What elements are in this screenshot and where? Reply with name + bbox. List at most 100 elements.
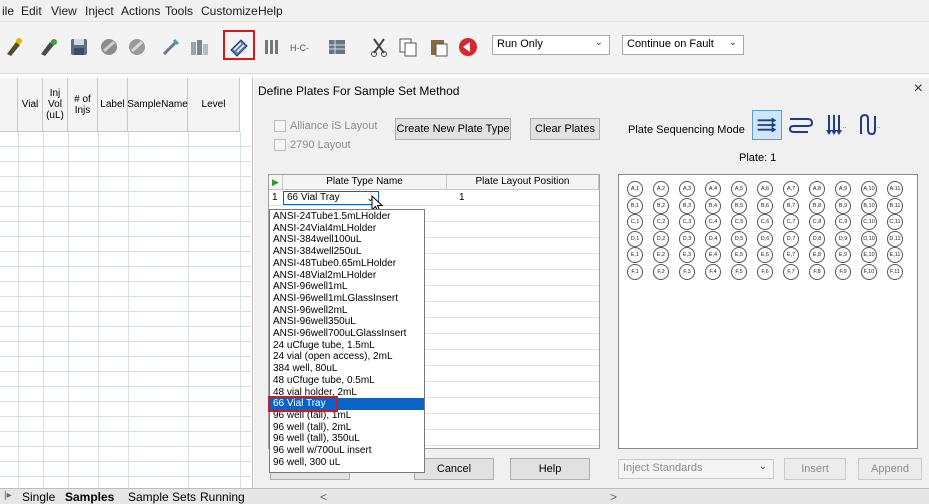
vial-position[interactable]: D,7	[783, 230, 799, 247]
vial-position[interactable]: B,9	[835, 197, 851, 214]
vial-position[interactable]: A,6	[757, 181, 773, 197]
create-plate-type-button[interactable]: Create New Plate Type	[395, 118, 511, 140]
vial-position[interactable]: B,3	[679, 197, 695, 214]
menu-tools[interactable]: Tools	[165, 4, 193, 18]
table-row[interactable]	[0, 222, 253, 237]
inject-standards-select[interactable]: Inject Standards ⌄	[618, 459, 774, 479]
vial-position[interactable]: C,8	[809, 214, 825, 230]
table-row[interactable]	[0, 267, 253, 282]
vial-position[interactable]: F,8	[809, 263, 825, 280]
vial-position[interactable]: C,10	[861, 214, 877, 230]
vial-position[interactable]: F,5	[731, 263, 747, 280]
plate-type-option[interactable]: 48 uCfuge tube, 0.5mL	[270, 375, 424, 387]
vial-position[interactable]: A,4	[705, 181, 721, 197]
table-icon[interactable]	[326, 36, 348, 58]
plate-type-option[interactable]: ANSI-96well700uLGlassInsert	[270, 328, 424, 340]
scroll-left-icon[interactable]: <	[320, 490, 327, 504]
stop-icon[interactable]	[98, 36, 120, 58]
tab-single[interactable]: Single	[22, 490, 55, 504]
vial-position[interactable]: A,3	[679, 181, 695, 197]
vial-position[interactable]: A,2	[653, 181, 669, 197]
tab-scroll-icon[interactable]: |▸	[4, 490, 12, 501]
table-row[interactable]	[0, 132, 253, 147]
table-row[interactable]	[0, 417, 253, 432]
vial-position[interactable]: F,11	[887, 263, 903, 280]
table-row[interactable]	[0, 462, 253, 477]
vial-position[interactable]: F,6	[757, 263, 773, 280]
vial-position[interactable]: A,10	[861, 181, 877, 197]
plate-type-option[interactable]: ANSI-96well350uL	[270, 316, 424, 328]
col-sample-name[interactable]: SampleName	[127, 78, 188, 132]
vial-position[interactable]: E,1	[627, 247, 643, 263]
plate-type-option[interactable]: ANSI-96well1mL	[270, 281, 424, 293]
abort-icon[interactable]	[457, 36, 479, 58]
vial-position[interactable]: D,1	[627, 230, 643, 247]
col-num-injs[interactable]: # of Injs	[68, 78, 98, 132]
run-mode-select[interactable]: Run Only ⌄	[492, 35, 610, 55]
header-plate-type-name[interactable]: Plate Type Name	[283, 175, 447, 190]
table-row[interactable]	[0, 252, 253, 267]
vial-position[interactable]: A,9	[835, 181, 851, 197]
syringe-icon[interactable]	[160, 36, 182, 58]
col-inj-vol[interactable]: Inj Vol (uL)	[43, 78, 68, 132]
formula-icon[interactable]: H-C-	[288, 36, 310, 58]
header-plate-layout-position[interactable]: Plate Layout Position	[447, 175, 599, 190]
table-row[interactable]	[0, 312, 253, 327]
table-row[interactable]	[0, 447, 253, 462]
plate-type-option[interactable]: ANSI-24Vial4mLHolder	[270, 223, 424, 235]
vial-position[interactable]: E,5	[731, 247, 747, 263]
vial-position[interactable]: C,5	[731, 214, 747, 230]
vial-position[interactable]: F,9	[835, 263, 851, 280]
plate-type-option[interactable]: 96 well, 300 uL	[270, 457, 424, 469]
vial-position[interactable]: E,2	[653, 247, 669, 263]
vial-position[interactable]: F,3	[679, 263, 695, 280]
plate-type-option[interactable]: 384 well, 80uL	[270, 363, 424, 375]
scroll-right-icon[interactable]: >	[610, 490, 617, 504]
plate-type-option[interactable]: ANSI-96well2mL	[270, 305, 424, 317]
plate-type-option[interactable]: 24 vial (open access), 2mL	[270, 351, 424, 363]
menu-inject[interactable]: Inject	[85, 4, 114, 18]
layout-2790-checkbox[interactable]	[274, 139, 286, 151]
sequence-serpentine-row-icon[interactable]	[786, 110, 816, 140]
table-row[interactable]	[0, 162, 253, 177]
fault-mode-select[interactable]: Continue on Fault ⌄	[622, 35, 744, 55]
table-row[interactable]	[0, 357, 253, 372]
table-row[interactable]	[0, 387, 253, 402]
vial-position[interactable]: E,4	[705, 247, 721, 263]
vial-position[interactable]: C,6	[757, 214, 773, 230]
vial-position[interactable]: D,10	[861, 230, 877, 247]
vial-position[interactable]: C,7	[783, 214, 799, 230]
cut-icon[interactable]	[368, 36, 390, 58]
vial-position[interactable]: D,3	[679, 230, 695, 247]
vial-position[interactable]: C,3	[679, 214, 695, 230]
plate-type-option[interactable]: 96 well (tall), 2mL	[270, 422, 424, 434]
sequence-column-icon[interactable]: ..	[820, 110, 850, 140]
copy-icon[interactable]	[397, 36, 419, 58]
table-row[interactable]	[0, 207, 253, 222]
vial-position[interactable]: C,4	[705, 214, 721, 230]
sequence-serpentine-column-icon[interactable]: ..	[854, 110, 884, 140]
vial-position[interactable]: E,9	[835, 247, 851, 263]
vial-position[interactable]: A,11	[887, 181, 903, 197]
table-row[interactable]	[0, 297, 253, 312]
tab-sample-sets[interactable]: Sample Sets	[128, 490, 196, 504]
vial-position[interactable]: B,11	[887, 197, 903, 214]
wizard-icon[interactable]	[4, 36, 26, 58]
vial-position[interactable]: D,9	[835, 230, 851, 247]
vial-position[interactable]: A,7	[783, 181, 799, 197]
vial-position[interactable]: C,9	[835, 214, 851, 230]
vial-position[interactable]: D,8	[809, 230, 825, 247]
vial-position[interactable]: D,11	[887, 230, 903, 247]
vial-position[interactable]: D,6	[757, 230, 773, 247]
col-label[interactable]: Label	[98, 78, 128, 132]
vial-position[interactable]: F,1	[627, 263, 643, 280]
vial-position[interactable]: E,8	[809, 247, 825, 263]
vial-position[interactable]: C,1	[627, 214, 643, 230]
vial-position[interactable]: E,10	[861, 247, 877, 263]
pause-icon[interactable]	[126, 36, 148, 58]
vial-position[interactable]: E,6	[757, 247, 773, 263]
vial-position[interactable]: B,10	[861, 197, 877, 214]
vial-position[interactable]: B,4	[705, 197, 721, 214]
vial-position[interactable]: F,4	[705, 263, 721, 280]
table-row[interactable]	[0, 147, 253, 162]
